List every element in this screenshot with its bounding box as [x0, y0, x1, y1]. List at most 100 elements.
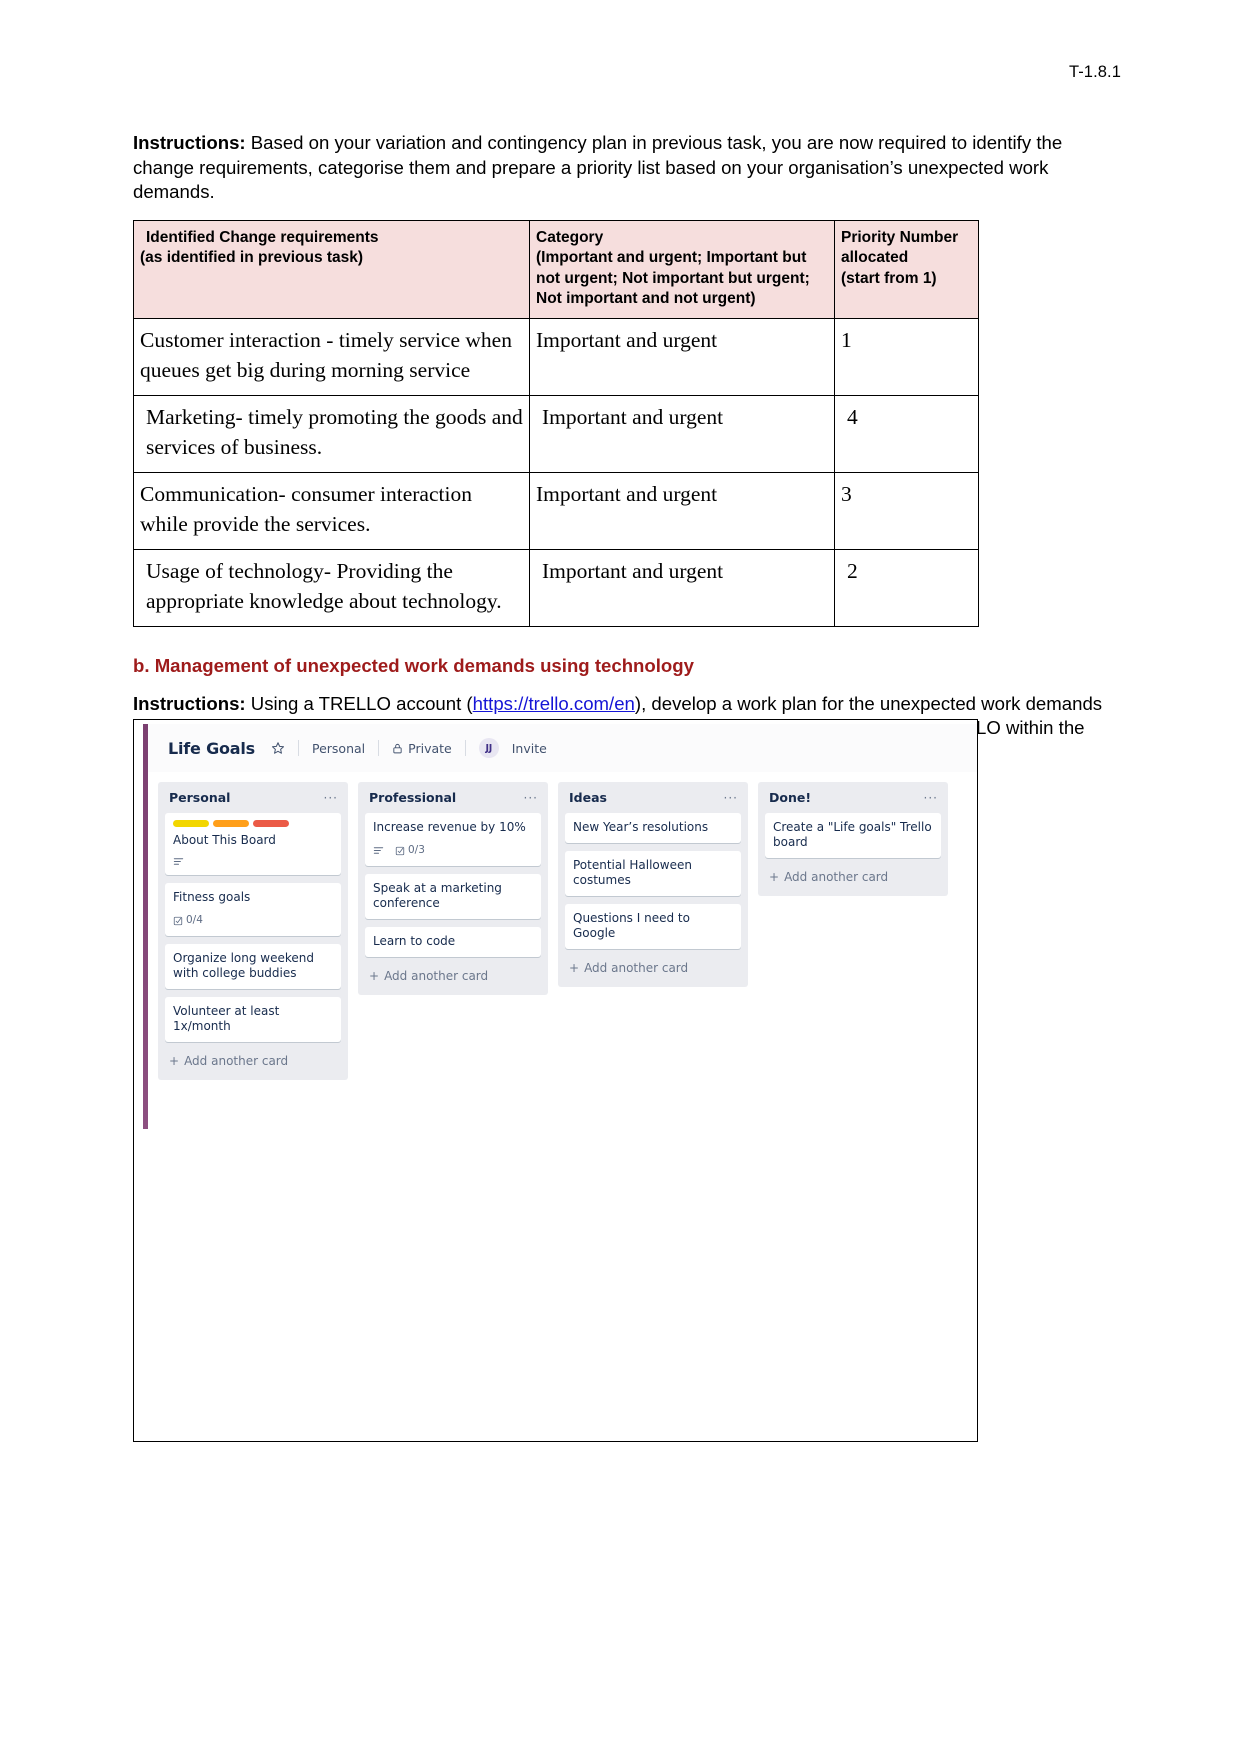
trello-card[interactable]: About This Board	[165, 813, 341, 875]
cell-requirement: Usage of technology- Providing the appro…	[133, 548, 530, 627]
trello-list-professional: Professional ··· Increase revenue by 10%	[358, 782, 548, 995]
table-row: Usage of technology- Providing the appro…	[133, 548, 979, 627]
list-menu-icon[interactable]: ···	[324, 792, 338, 804]
trello-card[interactable]: New Year’s resolutions	[565, 813, 741, 843]
workspace-name[interactable]: Personal	[312, 741, 365, 756]
plus-icon: +	[569, 961, 580, 975]
list-title: Done!	[769, 790, 812, 805]
cell-requirement: Communication- consumer interaction whil…	[133, 471, 530, 550]
avatar-initials: JJ	[478, 738, 499, 758]
header-cell-priority: Priority Number allocated (start from 1)	[834, 219, 979, 319]
plus-icon: +	[369, 969, 380, 983]
card-title: Learn to code	[373, 934, 456, 948]
add-another-card-button[interactable]: + Add another card	[765, 866, 941, 892]
list-title: Personal	[169, 790, 231, 805]
cell-category: Important and urgent	[529, 548, 835, 627]
cell-category: Important and urgent	[529, 394, 835, 473]
divider	[464, 740, 466, 756]
trello-board-canvas: Personal ··· About This Board Fitness go…	[148, 772, 977, 1129]
add-another-card-button[interactable]: + Add another card	[565, 957, 741, 983]
checklist-count: 0/4	[186, 914, 203, 926]
header-priority-line3: (start from 1)	[841, 269, 937, 287]
visibility-button[interactable]: Private	[392, 741, 452, 756]
trello-card[interactable]: Learn to code	[365, 927, 541, 957]
label-red[interactable]	[253, 820, 289, 827]
trello-card[interactable]: Increase revenue by 10% 0/3	[365, 813, 541, 866]
card-title: Speak at a marketing conference	[373, 881, 502, 910]
list-header: Done! ···	[765, 788, 941, 813]
checklist-icon	[173, 916, 183, 926]
trello-card[interactable]: Potential Halloween costumes	[565, 851, 741, 896]
instructions-label-b: Instructions:	[133, 692, 246, 714]
invite-button[interactable]: Invite	[512, 741, 547, 756]
header-category-line1: Category	[536, 228, 604, 246]
add-card-label: Add another card	[584, 961, 689, 975]
card-labels	[173, 820, 333, 827]
label-yellow[interactable]	[173, 820, 209, 827]
trello-list-ideas: Ideas ··· New Year’s resolutions Potenti…	[558, 782, 748, 987]
star-icon[interactable]	[271, 741, 285, 755]
checklist-badge: 0/4	[173, 913, 203, 928]
board-title: Life Goals	[168, 738, 255, 758]
cell-category: Important and urgent	[529, 471, 835, 550]
table-row: Communication- consumer interaction whil…	[133, 471, 979, 550]
card-title: Create a "Life goals" Trello board	[773, 820, 932, 849]
instructions-label-a: Instructions:	[133, 132, 246, 153]
trello-board-header: Life Goals Personal Private JJ Invite	[148, 724, 977, 772]
card-title: Fitness goals	[173, 890, 251, 904]
add-another-card-button[interactable]: + Add another card	[365, 965, 541, 991]
card-title: Organize long weekend with college buddi…	[173, 951, 314, 980]
trello-card[interactable]: Speak at a marketing conference	[365, 874, 541, 919]
header-priority-line2: allocated	[841, 249, 909, 266]
cell-requirement: Customer interaction - timely service wh…	[133, 317, 530, 396]
header-priority-line1: Priority Number	[841, 228, 959, 246]
list-menu-icon[interactable]: ···	[524, 792, 538, 804]
trello-card[interactable]: Create a "Life goals" Trello board	[765, 813, 941, 858]
card-title: Potential Halloween costumes	[573, 858, 692, 887]
card-title: Increase revenue by 10%	[373, 820, 526, 834]
instructions-text-a: Based on your variation and contingency …	[133, 132, 1063, 202]
list-title: Ideas	[569, 790, 607, 805]
table-row: Customer interaction - timely service wh…	[133, 317, 979, 396]
card-badges	[173, 856, 333, 867]
trello-list-personal: Personal ··· About This Board Fitness go…	[158, 782, 348, 1080]
add-another-card-button[interactable]: + Add another card	[165, 1050, 341, 1076]
instructions-paragraph-a: Instructions: Based on your variation an…	[133, 131, 1108, 205]
header-category-line4: Not important and not urgent)	[536, 290, 756, 307]
avatar[interactable]: JJ	[478, 738, 499, 758]
document-code: T-1.8.1	[1068, 63, 1121, 81]
card-badges: 0/4	[173, 913, 333, 928]
document-content: Instructions: Based on your variation an…	[133, 131, 1108, 765]
trello-card[interactable]: Fitness goals 0/4	[165, 883, 341, 936]
table-header-row: Identified Change requirements (as ident…	[133, 219, 979, 319]
card-title: Questions I need to Google	[573, 911, 690, 940]
card-title: About This Board	[173, 833, 276, 847]
trello-link[interactable]: https://trello.com/en	[473, 693, 635, 714]
trello-card[interactable]: Organize long weekend with college buddi…	[165, 944, 341, 989]
header-cell-category: Category (Important and urgent; Importan…	[529, 219, 835, 319]
label-orange[interactable]	[213, 820, 249, 827]
header-requirements-line1: Identified Change requirements	[146, 228, 379, 246]
divider	[378, 740, 380, 756]
list-menu-icon[interactable]: ···	[724, 792, 738, 804]
divider	[298, 740, 299, 756]
cell-priority: 1	[834, 317, 979, 396]
add-card-label: Add another card	[184, 1054, 289, 1068]
header-requirements-line2: (as identified in previous task)	[140, 249, 364, 266]
list-menu-icon[interactable]: ···	[924, 792, 938, 804]
cell-priority: 2	[834, 548, 979, 627]
instructions-text-b-1: Using a TRELLO account (	[245, 692, 473, 714]
card-badges: 0/3	[373, 843, 533, 858]
section-b-heading: b. Management of unexpected work demands…	[133, 654, 694, 676]
trello-card[interactable]: Volunteer at least 1x/month	[165, 997, 341, 1042]
trello-card[interactable]: Questions I need to Google	[565, 904, 741, 949]
card-title: Volunteer at least 1x/month	[173, 1004, 280, 1033]
checklist-count: 0/3	[408, 844, 425, 856]
add-card-label: Add another card	[784, 870, 889, 884]
visibility-label: Private	[408, 740, 452, 756]
cell-category: Important and urgent	[529, 317, 835, 396]
list-header: Professional ···	[365, 788, 541, 813]
plus-icon: +	[769, 870, 780, 884]
add-card-label: Add another card	[384, 969, 489, 983]
screenshot-answer-box: Life Goals Personal Private JJ Invite Pe…	[133, 719, 978, 1442]
